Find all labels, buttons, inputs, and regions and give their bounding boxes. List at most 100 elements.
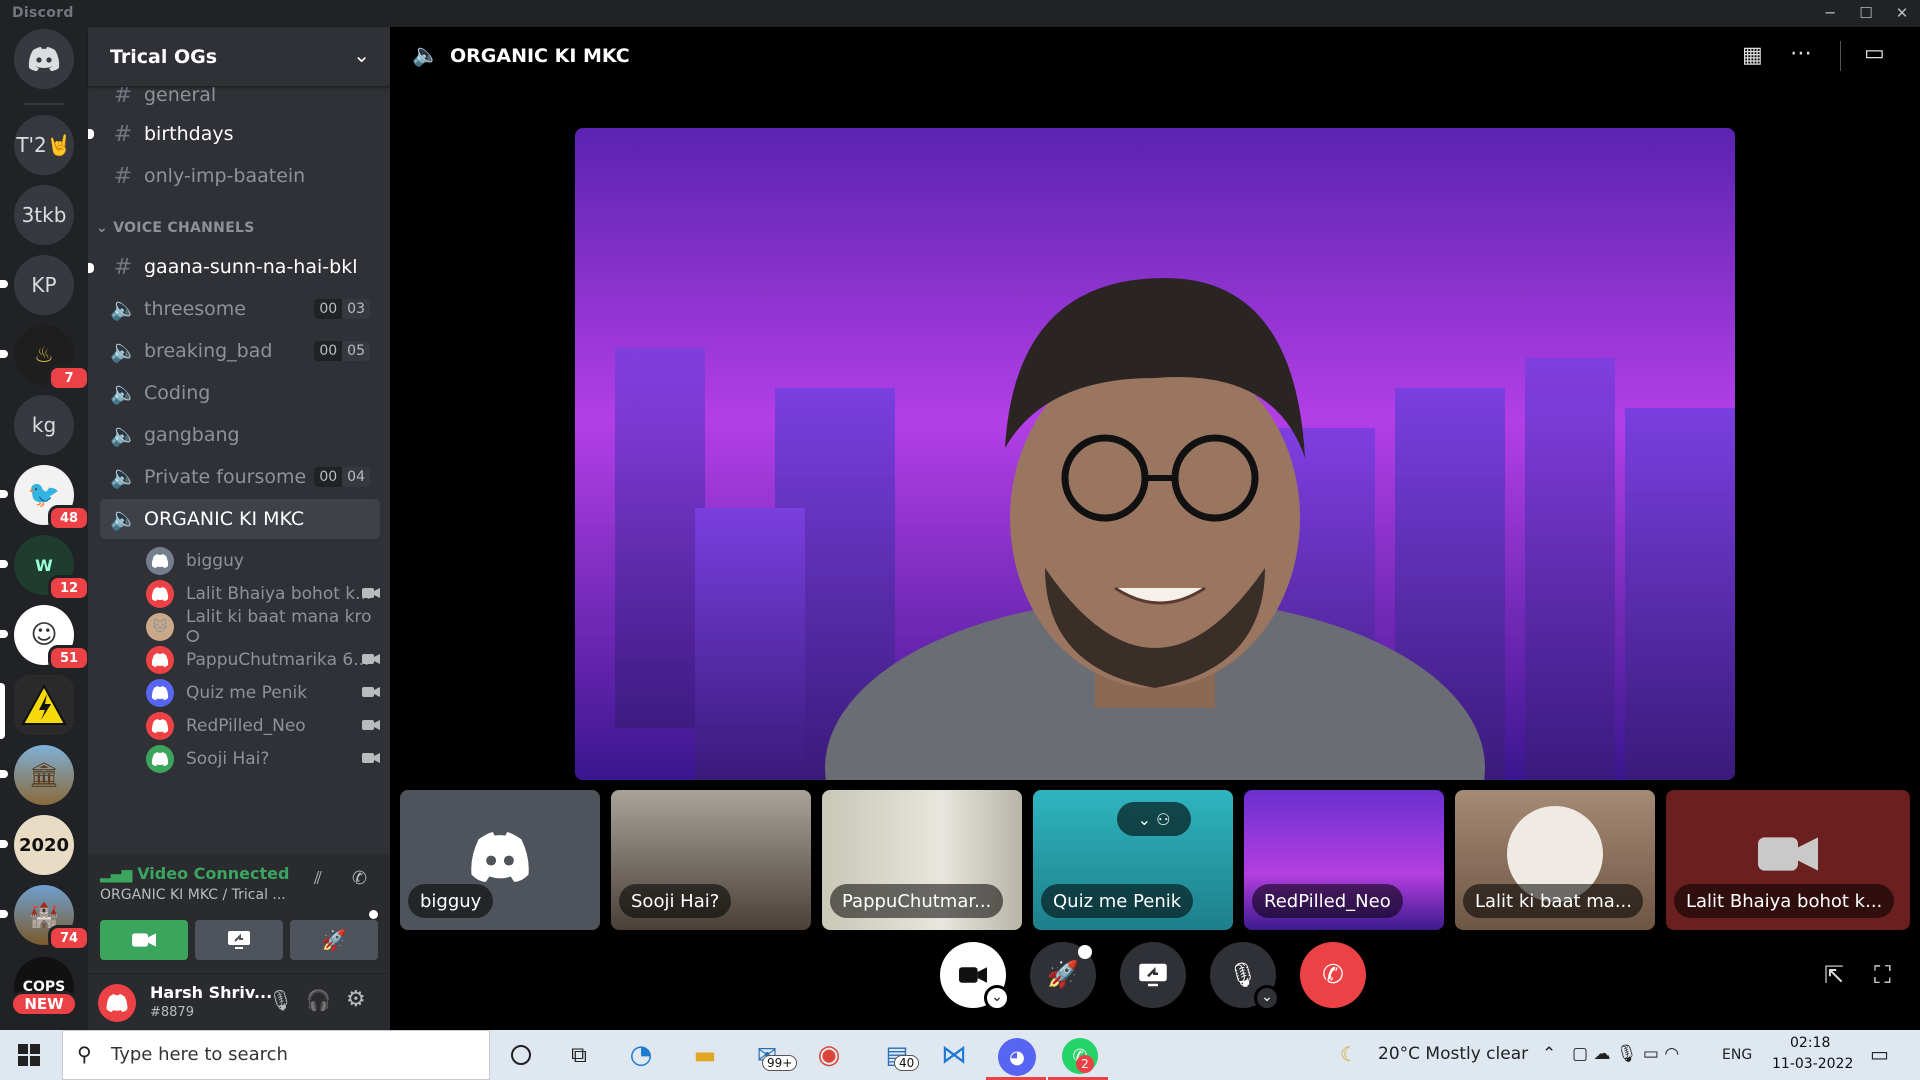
participant-tile[interactable]: Lalit ki baat ma...: [1455, 790, 1655, 930]
edge-browser-icon[interactable]: ◔: [624, 1038, 658, 1072]
channel-label: birthdays: [144, 123, 234, 145]
server-avatar-5[interactable]: [14, 675, 74, 735]
inbox-icon[interactable]: ▭: [1864, 41, 1885, 66]
language-indicator[interactable]: ENG: [1722, 1047, 1752, 1063]
user-name: Sooji Hai?: [186, 749, 270, 769]
voice-user[interactable]: RedPilled_Neo: [146, 708, 386, 744]
chrome-icon[interactable]: ◉: [812, 1038, 846, 1072]
video-call-area: 🔈 ORGANIC KI MKC ▦ ⋯ ▭ bigguy Sooji Hai?…: [390, 27, 1920, 1030]
cat-avatar-icon: 🐱: [152, 619, 168, 635]
cortana-icon[interactable]: [504, 1038, 538, 1072]
windows-start-icon[interactable]: [18, 1044, 40, 1066]
fullscreen-icon[interactable]: ⛶: [1874, 961, 1891, 989]
voice-status: ▂▄▆ Video Connected: [100, 864, 290, 883]
server-2020[interactable]: 2020: [14, 815, 74, 875]
chevron-up-icon[interactable]: ⌃: [1542, 1044, 1556, 1064]
search-icon: ⚲: [77, 1042, 92, 1066]
voice-channel-coding[interactable]: 🔈 Coding: [100, 373, 380, 413]
participant-name: Quiz me Penik: [1041, 884, 1194, 918]
server-3tkb[interactable]: 3tkb: [14, 185, 74, 245]
chevron-down-icon[interactable]: ⌄: [984, 985, 1010, 1011]
speaker-icon: 🔈: [110, 380, 138, 406]
microphone-icon[interactable]: 🎙: [268, 988, 293, 1012]
channel-birthdays[interactable]: # birthdays: [100, 114, 380, 154]
voice-user[interactable]: bigguy: [146, 543, 386, 579]
participant-tile[interactable]: bigguy: [400, 790, 600, 930]
camera-icon: [362, 720, 380, 730]
notifications-icon[interactable]: ▭: [1870, 1042, 1889, 1066]
participant-tile[interactable]: ⌄ ⚇ Quiz me Penik: [1033, 790, 1233, 930]
voice-user[interactable]: Quiz me Penik: [146, 675, 386, 711]
chevron-down-icon[interactable]: ⌄: [1254, 985, 1280, 1011]
screen-share-button[interactable]: [195, 920, 283, 960]
weather-text[interactable]: 20°C Mostly clear: [1378, 1044, 1528, 1064]
disconnect-icon[interactable]: ✆: [352, 868, 376, 892]
tray-icons[interactable]: ▢ ☁ 🎙 ▭ ◠: [1572, 1044, 1679, 1064]
voice-channel-breaking-bad[interactable]: 🔈 breaking_bad 00 05: [100, 331, 380, 371]
mention-badge: 12: [48, 575, 88, 601]
clock-date[interactable]: 11-03-2022: [1772, 1056, 1853, 1072]
speaker-icon: 🔈: [110, 296, 138, 322]
spotlight-menu-button[interactable]: ⌄ ⚇: [1117, 802, 1191, 836]
maximize-icon[interactable]: ☐: [1848, 0, 1884, 27]
voice-channel-organic-ki-mkc[interactable]: 🔈 ORGANIC KI MKC: [100, 499, 380, 539]
files-badge: 40: [894, 1055, 920, 1071]
voice-location[interactable]: ORGANIC KI MKC / Trical ...: [100, 887, 286, 903]
server-list: T'2🤘 3tkb KP ♨ 7 kg 🐦 48 W 12 ☺ 51 🏛 202…: [0, 27, 88, 1030]
taskbar-search-box[interactable]: ⚲ Type here to search: [62, 1030, 490, 1080]
user-limit-count: 00 05: [314, 341, 370, 361]
screen-share-button[interactable]: [1120, 942, 1186, 1008]
channel-label: breaking_bad: [144, 340, 273, 362]
participant-tile[interactable]: RedPilled_Neo: [1244, 790, 1444, 930]
server-kg[interactable]: kg: [14, 395, 74, 455]
server-avatar-6[interactable]: 🏛: [14, 745, 74, 805]
discord-taskbar-icon[interactable]: ◕: [998, 1038, 1036, 1076]
video-toggle-button[interactable]: [100, 920, 188, 960]
server-header[interactable]: Trical OGs ⌄: [88, 27, 390, 87]
participant-tile[interactable]: Lalit Bhaiya bohot k...: [1666, 790, 1910, 930]
voice-user[interactable]: Sooji Hai?: [146, 741, 386, 777]
headphones-icon[interactable]: 🎧: [306, 988, 331, 1012]
noise-suppression-icon[interactable]: ⫽: [314, 868, 338, 892]
voice-user[interactable]: 🐱 Lalit ki baat mana kro ⭘: [146, 607, 386, 647]
voice-channel-threesome[interactable]: 🔈 threesome 00 03: [100, 289, 380, 329]
home-button[interactable]: [14, 29, 74, 89]
close-icon[interactable]: ✕: [1884, 0, 1920, 27]
minimize-icon[interactable]: ─: [1812, 0, 1848, 27]
server-t2[interactable]: T'2🤘: [14, 115, 74, 175]
app-title: Discord: [12, 5, 74, 21]
voice-channel-gangbang[interactable]: 🔈 gangbang: [100, 415, 380, 455]
leave-call-button[interactable]: ✆: [1300, 942, 1366, 1008]
grid-view-icon[interactable]: ▦: [1742, 43, 1763, 68]
voice-user[interactable]: PappuChutmarika 6...: [146, 642, 386, 678]
whatsapp-badge: 2: [1076, 1055, 1094, 1073]
user-avatar: [146, 580, 174, 608]
speaker-icon: 🔈: [110, 422, 138, 448]
vscode-icon[interactable]: ⋈: [937, 1038, 971, 1072]
participant-tile[interactable]: Sooji Hai?: [611, 790, 811, 930]
pop-out-icon[interactable]: ⇱: [1824, 961, 1844, 989]
file-explorer-icon[interactable]: ▬: [688, 1038, 722, 1072]
main-video-stream[interactable]: [575, 128, 1735, 780]
user-avatar[interactable]: [98, 984, 136, 1022]
user-avatar: [146, 679, 174, 707]
participant-tile[interactable]: PappuChutmar...: [822, 790, 1022, 930]
unread-pill: [0, 350, 8, 358]
microphone-icon: 🎙: [1227, 961, 1259, 989]
voice-channel-private-foursome[interactable]: 🔈 Private foursome 00 04: [100, 457, 380, 497]
participant-name: Lalit ki baat ma...: [1463, 884, 1643, 918]
screen-share-icon: [228, 931, 250, 949]
settings-gear-icon[interactable]: ⚙: [346, 987, 366, 1012]
channel-only-imp-baatein[interactable]: # only-imp-baatein: [100, 156, 380, 196]
server-kp[interactable]: KP: [14, 255, 74, 315]
participant-name: RedPilled_Neo: [1252, 884, 1403, 918]
new-badge[interactable]: NEW: [10, 991, 78, 1017]
mention-badge: 74: [48, 925, 88, 951]
more-options-icon[interactable]: ⋯: [1790, 41, 1814, 66]
channel-general[interactable]: # general: [100, 87, 380, 115]
clock-time[interactable]: 02:18: [1790, 1035, 1830, 1051]
channel-gaana[interactable]: # gaana-sunn-na-hai-bkl: [100, 247, 380, 287]
task-view-icon[interactable]: ⧉: [562, 1038, 596, 1072]
activity-button[interactable]: 🚀: [290, 920, 378, 960]
category-voice-channels[interactable]: ⌄ VOICE CHANNELS: [96, 220, 255, 236]
